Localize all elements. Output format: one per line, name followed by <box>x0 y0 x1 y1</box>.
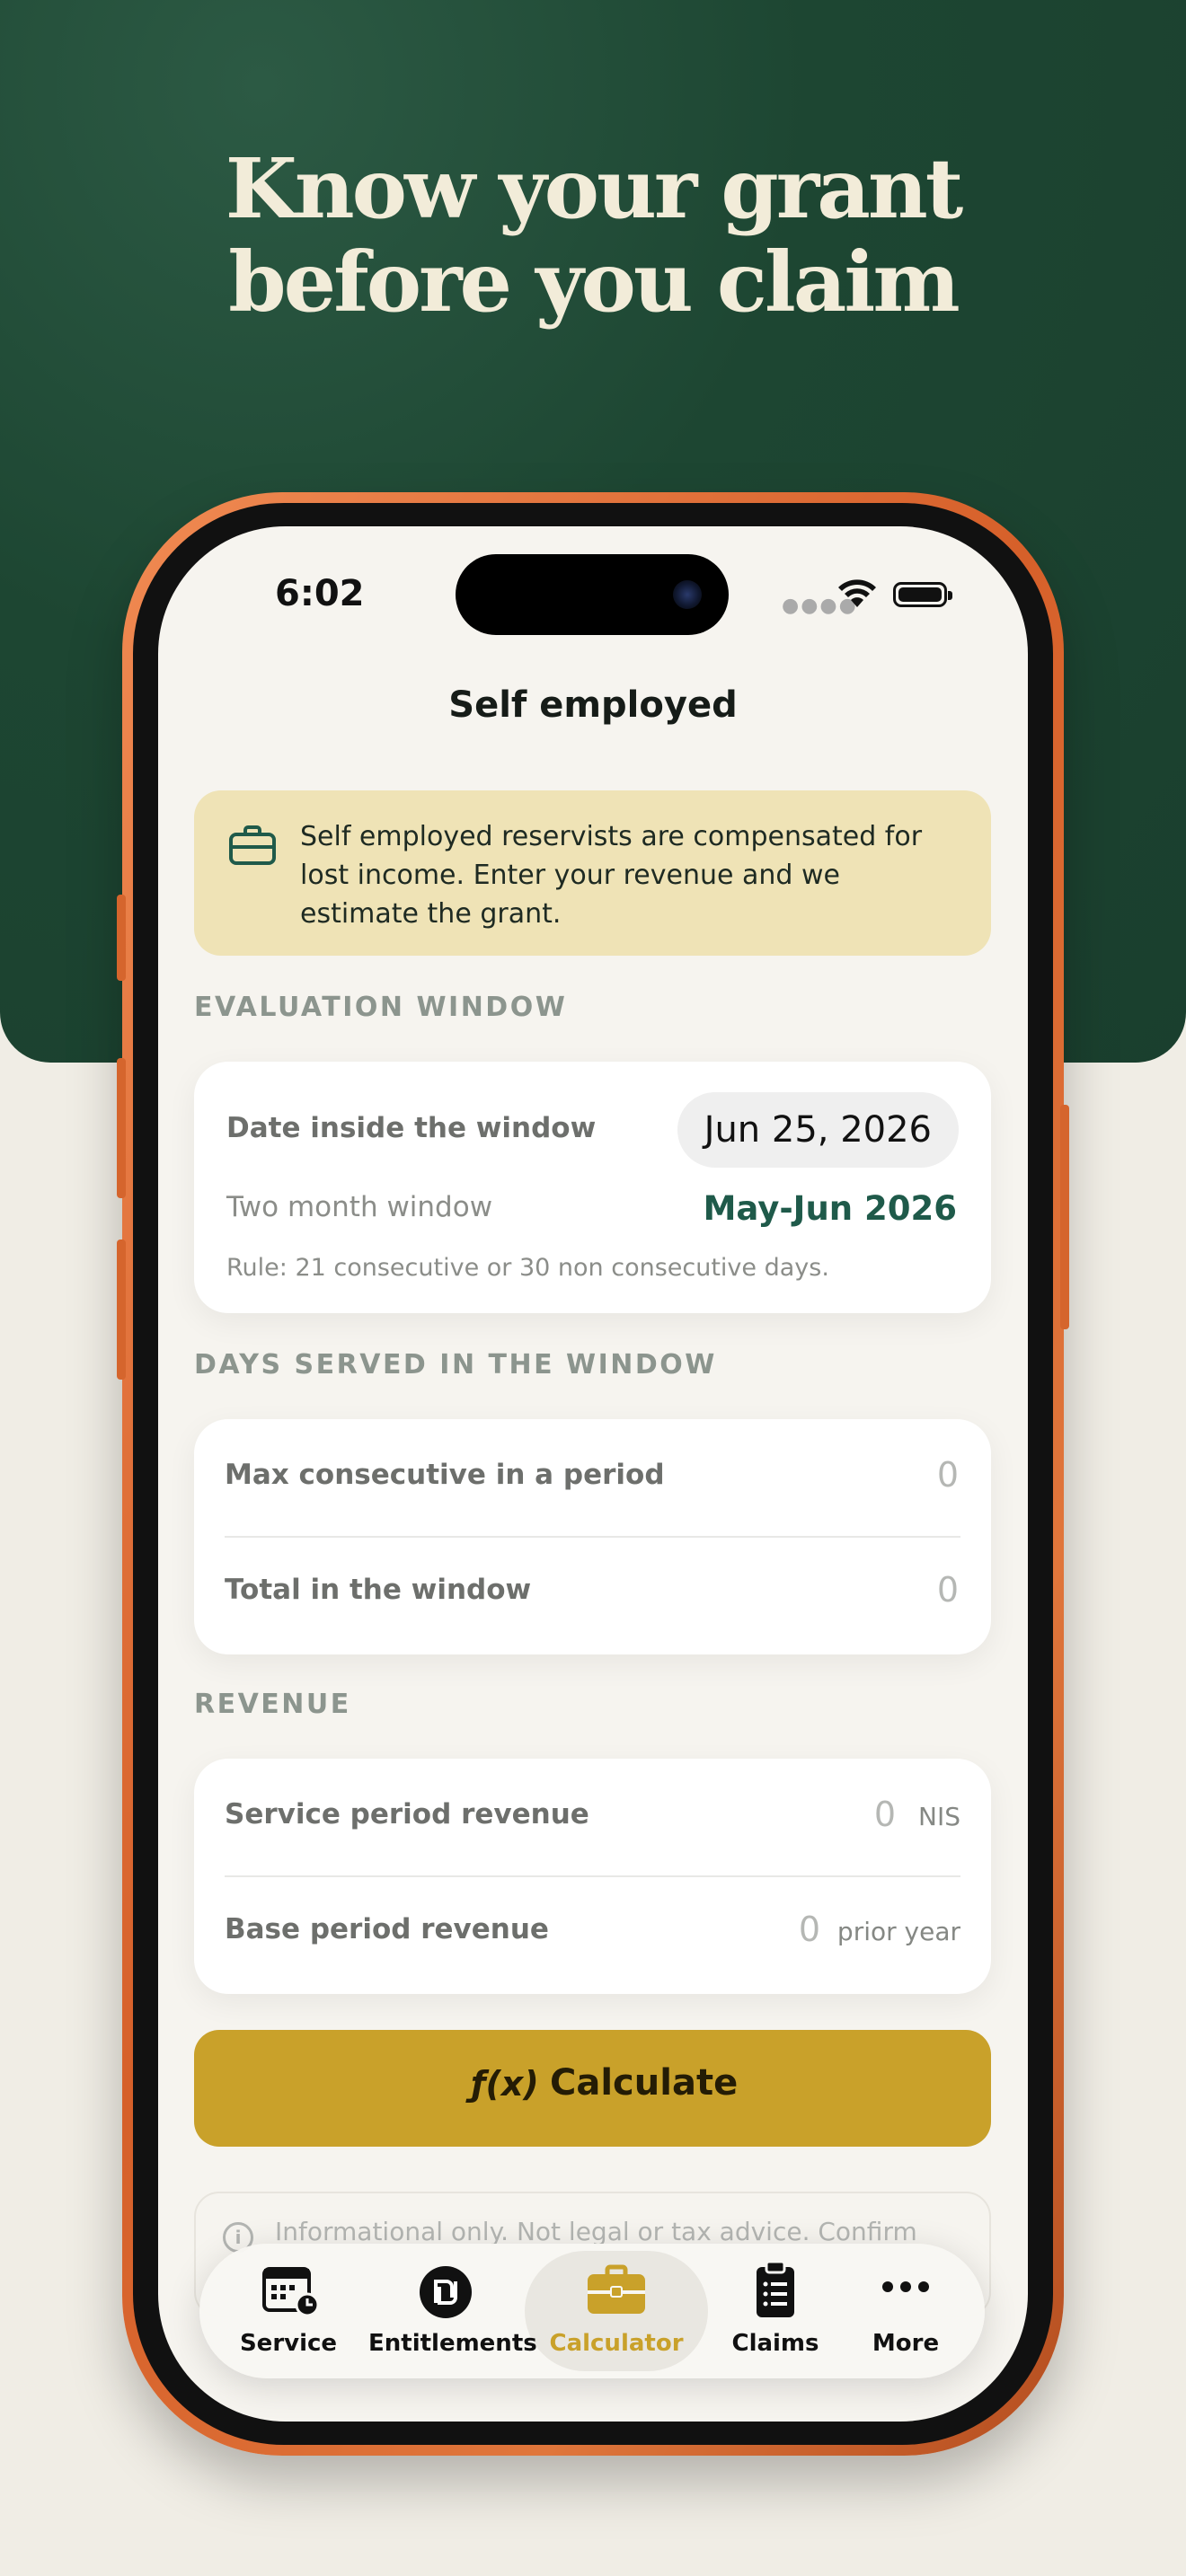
tab-more[interactable]: More <box>843 2244 969 2378</box>
calculate-label: Calculate <box>550 2062 739 2104</box>
service-revenue-label: Service period revenue <box>225 1798 589 1831</box>
function-icon: ƒ(x) <box>471 2064 539 2104</box>
hero-line-2: before you claim <box>228 234 960 331</box>
hero-headline: Know your grant before you claim <box>0 142 1186 329</box>
clipboard-list-icon <box>757 2260 794 2317</box>
tab-claims[interactable]: Claims <box>708 2244 843 2378</box>
battery-icon <box>893 582 952 607</box>
base-revenue-input[interactable]: 0 <box>799 1910 820 1949</box>
tab-bar: Service Entitlements Calculator Claims M… <box>199 2244 985 2378</box>
section-label-evaluation: EVALUATION WINDOW <box>194 992 568 1023</box>
hero-line-1: Know your grant <box>225 140 963 237</box>
window-value: May-Jun 2026 <box>703 1189 957 1228</box>
wifi-icon <box>838 579 876 607</box>
shekel-icon <box>420 2266 472 2318</box>
phone-side-button <box>1060 1105 1069 1329</box>
briefcase-icon <box>229 825 276 865</box>
briefcase-icon <box>588 2264 645 2314</box>
section-label-revenue: REVENUE <box>194 1689 351 1720</box>
base-revenue-label: Base period revenue <box>225 1913 549 1945</box>
phone-action-button <box>117 895 126 981</box>
total-window-label: Total in the window <box>225 1574 532 1606</box>
revenue-card: Service period revenue 0 NIS Base period… <box>194 1759 991 1994</box>
tab-service[interactable]: Service <box>221 2244 356 2378</box>
window-label: Two month window <box>226 1191 493 1223</box>
revenue-row-base[interactable]: Base period revenue 0 prior year <box>194 1877 991 1994</box>
page-title: Self employed <box>448 684 738 726</box>
rule-text: Rule: 21 consecutive or 30 non consecuti… <box>226 1254 829 1282</box>
status-time: 6:02 <box>275 573 365 614</box>
days-card: Max consecutive in a period 0 Total in t… <box>194 1419 991 1654</box>
dynamic-island <box>456 554 729 635</box>
disclaimer-text: Informational only. Not legal or tax adv… <box>275 2217 917 2246</box>
info-banner: Self employed reservists are compensated… <box>194 790 991 956</box>
calculate-button[interactable]: ƒ(x) Calculate <box>194 2030 991 2147</box>
base-revenue-unit: prior year <box>836 1917 960 1946</box>
service-revenue-unit: NIS <box>918 1802 960 1831</box>
tab-calculator-label: Calculator <box>549 2330 684 2357</box>
days-row-total[interactable]: Total in the window 0 <box>194 1538 991 1654</box>
max-consecutive-label: Max consecutive in a period <box>225 1459 665 1491</box>
camera-icon <box>673 580 702 609</box>
tab-entitlements[interactable]: Entitlements <box>368 2244 537 2378</box>
tab-more-label: More <box>872 2330 940 2357</box>
tab-entitlements-label: Entitlements <box>368 2330 537 2357</box>
revenue-row-service[interactable]: Service period revenue 0 NIS <box>194 1759 991 1875</box>
date-label: Date inside the window <box>226 1112 597 1144</box>
more-dots-icon <box>882 2281 929 2292</box>
banner-text: Self employed reservists are compensated… <box>300 821 923 930</box>
tab-claims-label: Claims <box>731 2330 819 2357</box>
tab-service-label: Service <box>239 2330 338 2357</box>
days-row-max-consecutive[interactable]: Max consecutive in a period 0 <box>194 1419 991 1536</box>
section-label-days: DAYS SERVED IN THE WINDOW <box>194 1349 717 1381</box>
max-consecutive-input[interactable]: 0 <box>937 1455 959 1495</box>
total-window-input[interactable]: 0 <box>937 1570 959 1610</box>
phone-volume-up <box>117 1058 126 1198</box>
evaluation-card: Date inside the window Jun 25, 2026 Two … <box>194 1062 991 1313</box>
tab-calculator[interactable]: Calculator <box>525 2244 708 2378</box>
calendar-clock-icon <box>262 2267 320 2317</box>
date-picker[interactable]: Jun 25, 2026 <box>677 1092 959 1168</box>
phone-volume-down <box>117 1239 126 1380</box>
service-revenue-input[interactable]: 0 <box>874 1795 896 1834</box>
